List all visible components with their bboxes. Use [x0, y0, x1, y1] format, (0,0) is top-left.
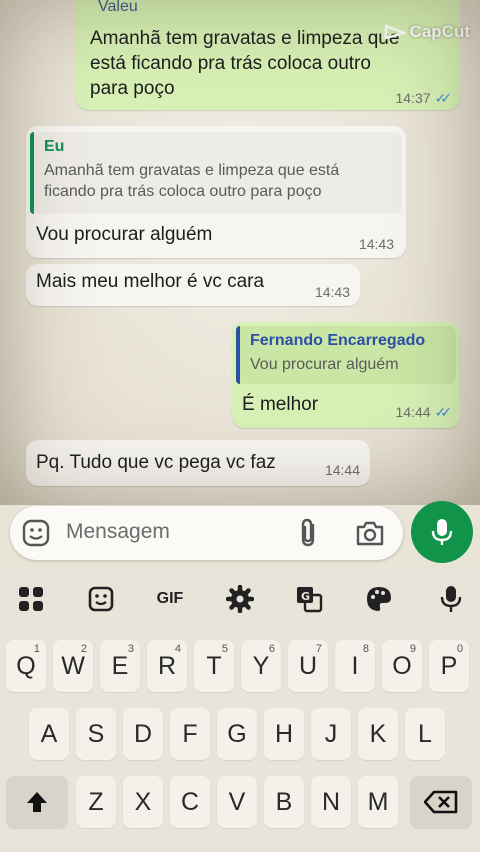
read-ticks-icon: ✓✓ [434, 90, 453, 106]
voice-record-button[interactable] [411, 501, 473, 563]
key-h[interactable]: H [264, 708, 304, 760]
key-v[interactable]: V [217, 776, 257, 828]
key-u[interactable]: U7 [288, 640, 328, 692]
quoted-sender: Fernando Encarregado [250, 332, 426, 349]
message-composer[interactable]: Mensagem [10, 506, 403, 560]
key-f[interactable]: F [170, 708, 210, 760]
message-text: Pq. Tudo que vc pega vc faz [36, 452, 276, 473]
message-time: 14:43 [358, 236, 394, 252]
key-e[interactable]: E3 [100, 640, 140, 692]
key-w[interactable]: W2 [53, 640, 93, 692]
capcut-logo-icon [384, 24, 406, 40]
quoted-text-line: Amanhã tem gravatas e limpeza que está [44, 162, 340, 179]
quoted-sender: Eu [44, 138, 65, 155]
quoted-text: Vou procurar alguém [250, 356, 399, 373]
translate-icon[interactable]: G [294, 584, 324, 614]
mic-icon[interactable] [436, 584, 466, 614]
message-bubble-incoming[interactable]: Mais meu melhor é vc cara 14:43 [26, 264, 360, 306]
keyboard[interactable]: GIF G Q1 W2 E3 R4 T5 Y6 U7 I8 O9 P0 A S … [0, 570, 480, 852]
sticker-emoji-icon[interactable] [22, 519, 50, 547]
attach-icon[interactable] [294, 517, 324, 549]
quoted-text-line: ficando pra trás coloca outro para poço [44, 183, 322, 200]
key-x[interactable]: X [123, 776, 163, 828]
capcut-label: CapCut [409, 22, 470, 41]
message-bubble-outgoing[interactable]: Fernando Encarregado Vou procurar alguém… [232, 322, 460, 428]
key-p[interactable]: P0 [429, 640, 469, 692]
quoted-message[interactable]: Eu Amanhã tem gravatas e limpeza que est… [30, 132, 402, 214]
message-time: 14:44 [324, 462, 360, 478]
key-c[interactable]: C [170, 776, 210, 828]
message-bubble-outgoing[interactable]: Valeu Amanhã tem gravatas e limpeza que … [76, 0, 460, 110]
apps-icon[interactable] [16, 584, 46, 614]
message-text: É melhor [242, 394, 319, 415]
key-y[interactable]: Y6 [241, 640, 281, 692]
quoted-sender: Valeu [98, 0, 138, 15]
key-d[interactable]: D [123, 708, 163, 760]
key-b[interactable]: B [264, 776, 304, 828]
shift-key[interactable] [6, 776, 68, 828]
message-bubble-incoming[interactable]: Eu Amanhã tem gravatas e limpeza que est… [26, 126, 406, 258]
palette-icon[interactable] [364, 584, 394, 614]
capcut-watermark: CapCut [384, 22, 470, 42]
key-i[interactable]: I8 [335, 640, 375, 692]
message-time: 14:43 [314, 284, 350, 300]
message-input[interactable]: Mensagem [66, 520, 170, 544]
message-text: Mais meu melhor é vc cara [36, 271, 265, 292]
key-g[interactable]: G [217, 708, 257, 760]
key-a[interactable]: A [29, 708, 69, 760]
shift-icon [27, 792, 47, 812]
mic-icon [431, 519, 453, 545]
message-text: Vou procurar alguém [36, 224, 213, 245]
key-o[interactable]: O9 [382, 640, 422, 692]
key-k[interactable]: K [358, 708, 398, 760]
message-time: 14:44 ✓✓ [395, 404, 453, 420]
message-time: 14:37 ✓✓ [395, 90, 453, 106]
quoted-message[interactable]: Fernando Encarregado Vou procurar alguém [236, 326, 456, 384]
read-ticks-icon: ✓✓ [434, 404, 453, 420]
backspace-icon [424, 790, 458, 814]
settings-icon[interactable] [225, 584, 255, 614]
sticker-icon[interactable] [86, 584, 116, 614]
chat-area[interactable]: Valeu Amanhã tem gravatas e limpeza que … [0, 0, 480, 505]
svg-text:G: G [301, 590, 310, 603]
key-n[interactable]: N [311, 776, 351, 828]
key-s[interactable]: S [76, 708, 116, 760]
key-z[interactable]: Z [76, 776, 116, 828]
key-l[interactable]: L [405, 708, 445, 760]
message-bubble-incoming[interactable]: Pq. Tudo que vc pega vc faz 14:44 [26, 440, 370, 486]
backspace-key[interactable] [410, 776, 472, 828]
key-r[interactable]: R4 [147, 640, 187, 692]
camera-icon[interactable] [354, 518, 386, 548]
message-text: Amanhã tem gravatas e limpeza que está f… [90, 28, 400, 99]
gif-button[interactable]: GIF [150, 584, 190, 614]
key-j[interactable]: J [311, 708, 351, 760]
key-m[interactable]: M [358, 776, 398, 828]
key-q[interactable]: Q1 [6, 640, 46, 692]
key-t[interactable]: T5 [194, 640, 234, 692]
